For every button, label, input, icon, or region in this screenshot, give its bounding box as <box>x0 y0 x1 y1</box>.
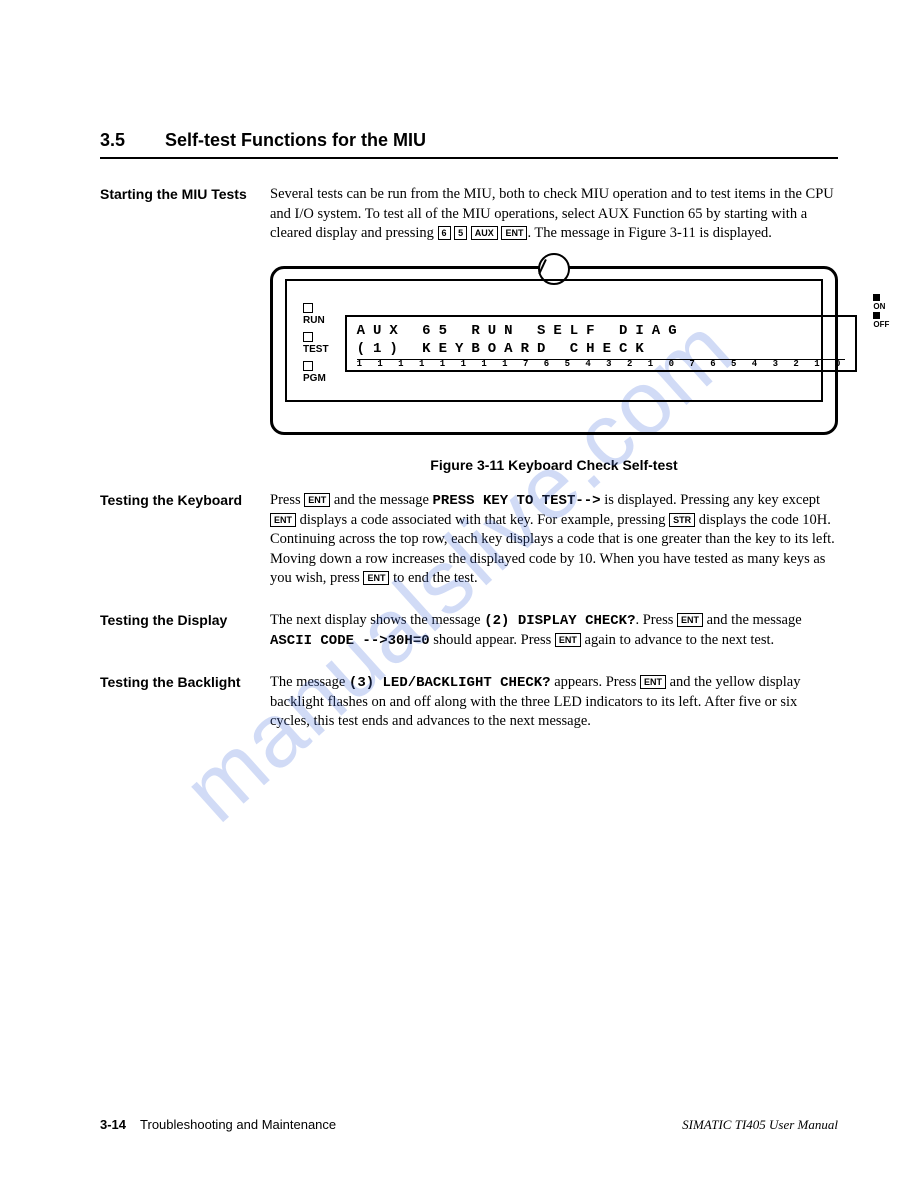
text: The message <box>270 674 349 690</box>
lcd-line-2: (1) KEYBOARD CHECK <box>357 341 846 357</box>
key-5: 5 <box>454 226 467 240</box>
text: Press <box>270 492 304 508</box>
text: . The message in Figure 3-11 is displaye… <box>527 225 771 241</box>
key-ent: ENT <box>501 226 527 240</box>
body-keyboard: Press ENT and the message PRESS KEY TO T… <box>270 491 838 589</box>
block-backlight: Testing the Backlight The message (3) LE… <box>100 673 838 732</box>
code-text: PRESS KEY TO TEST--> <box>433 493 601 509</box>
section-title: Self-test Functions for the MIU <box>165 130 426 151</box>
body-display: The next display shows the message (2) D… <box>270 611 838 651</box>
key-ent: ENT <box>363 571 389 585</box>
key-str: STR <box>669 513 695 527</box>
page-number: 3-14 <box>100 1117 126 1132</box>
text: to end the test. <box>389 570 477 586</box>
code-text: ASCII CODE -->30H=0 <box>270 633 430 649</box>
section-number: 3.5 <box>100 130 125 151</box>
label-backlight: Testing the Backlight <box>100 673 270 732</box>
device-panel: RUN TEST PGM AUX 65 RUN SELF DIAG (1) KE… <box>285 279 823 402</box>
miu-device: RUN TEST PGM AUX 65 RUN SELF DIAG (1) KE… <box>270 266 838 435</box>
code-text: (2) DISPLAY CHECK? <box>484 613 635 629</box>
text: displays a code associated with that key… <box>296 512 669 528</box>
text: appears. Press <box>551 674 640 690</box>
key-6: 6 <box>438 226 451 240</box>
text: and the message <box>703 612 802 628</box>
text: is displayed. Pressing any key except <box>601 492 820 508</box>
text: again to advance to the next test. <box>581 632 774 648</box>
figure-caption: Figure 3-11 Keyboard Check Self-test <box>270 457 838 473</box>
text: . Press <box>635 612 677 628</box>
footer-right: SIMATIC TI405 User Manual <box>682 1117 838 1133</box>
led-run: RUN <box>303 303 329 326</box>
text: The next display shows the message <box>270 612 484 628</box>
onoff-switch: ON OFF <box>873 293 889 329</box>
chapter-name: Troubleshooting and Maintenance <box>140 1117 336 1132</box>
led-pgm: PGM <box>303 361 329 384</box>
manual-page: manualslive.com 3.5 Self-test Functions … <box>0 0 918 1188</box>
lcd-ticks: 1 1 1 1 1 1 1 1 7 6 5 4 3 2 1 0 7 6 5 4 … <box>357 359 846 368</box>
label-starting: Starting the MIU Tests <box>100 185 270 244</box>
figure-3-11: RUN TEST PGM AUX 65 RUN SELF DIAG (1) KE… <box>270 266 838 473</box>
page-footer: 3-14 Troubleshooting and Maintenance SIMA… <box>100 1117 838 1133</box>
block-display: Testing the Display The next display sho… <box>100 611 838 651</box>
lcd-line-1: AUX 65 RUN SELF DIAG <box>357 323 846 339</box>
text: and the message <box>330 492 432 508</box>
text: should appear. Press <box>430 632 555 648</box>
block-keyboard: Testing the Keyboard Press ENT and the m… <box>100 491 838 589</box>
onoff-on: ON <box>873 293 889 311</box>
section-header: 3.5 Self-test Functions for the MIU <box>100 130 838 159</box>
label-keyboard: Testing the Keyboard <box>100 491 270 589</box>
key-ent: ENT <box>677 613 703 627</box>
key-ent: ENT <box>270 513 296 527</box>
key-ent: ENT <box>304 493 330 507</box>
key-ent: ENT <box>555 633 581 647</box>
block-starting: Starting the MIU Tests Several tests can… <box>100 185 838 244</box>
lcd-display: AUX 65 RUN SELF DIAG (1) KEYBOARD CHECK … <box>345 315 858 372</box>
label-display: Testing the Display <box>100 611 270 651</box>
key-ent: ENT <box>640 675 666 689</box>
key-aux: AUX <box>471 226 498 240</box>
footer-left: 3-14 Troubleshooting and Maintenance <box>100 1117 336 1133</box>
onoff-off: OFF <box>873 311 889 329</box>
led-test: TEST <box>303 332 329 355</box>
led-column: RUN TEST PGM <box>303 303 329 384</box>
body-starting: Several tests can be run from the MIU, b… <box>270 185 838 244</box>
body-backlight: The message (3) LED/BACKLIGHT CHECK? app… <box>270 673 838 732</box>
code-text: (3) LED/BACKLIGHT CHECK? <box>349 675 551 691</box>
